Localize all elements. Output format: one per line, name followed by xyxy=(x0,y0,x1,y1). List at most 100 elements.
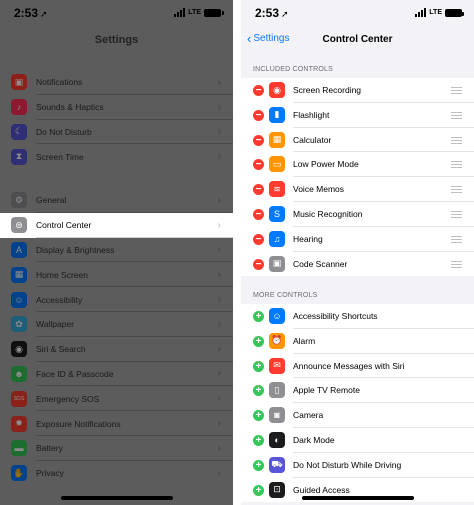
chevron-right-icon: › xyxy=(217,151,221,163)
settings-row-battery[interactable]: ▬ Battery › xyxy=(0,435,233,461)
control-label: Music Recognition xyxy=(293,208,363,219)
settings-row-siri-and-search[interactable]: ◉ Siri & Search › xyxy=(0,336,233,362)
location-arrow-icon: ➚ xyxy=(281,9,289,19)
sos-icon: SOS xyxy=(11,390,27,407)
waveform-icon: ≋ xyxy=(269,181,285,198)
settings-row-do-not-disturb[interactable]: ☾ Do Not Disturb › xyxy=(0,119,233,145)
add-control-button[interactable]: + xyxy=(253,311,264,322)
settings-row-emergency-sos[interactable]: SOS Emergency SOS › xyxy=(0,386,233,412)
hand-icon: ✋ xyxy=(11,465,27,482)
remove-control-button[interactable]: − xyxy=(253,85,264,96)
control-label: Hearing xyxy=(293,233,323,244)
remove-control-button[interactable]: − xyxy=(253,109,264,121)
control-row-low-power-mode[interactable]: − ▭ Low Power Mode xyxy=(241,152,474,178)
settings-row-label: Home Screen xyxy=(36,269,88,280)
settings-row-home-screen[interactable]: ▦ Home Screen › xyxy=(0,262,233,288)
network-type: LTE xyxy=(188,9,201,16)
remove-control-button[interactable]: − xyxy=(253,159,264,171)
settings-row-label: Sounds & Haptics xyxy=(36,102,104,113)
shazam-icon: S xyxy=(269,205,285,222)
add-control-button[interactable]: + xyxy=(253,410,264,422)
reorder-handle-icon[interactable] xyxy=(451,186,462,194)
reorder-handle-icon[interactable] xyxy=(451,210,462,218)
chevron-right-icon: › xyxy=(217,294,221,306)
chevron-right-icon: › xyxy=(217,269,221,281)
remove-control-button[interactable]: − xyxy=(253,134,264,146)
add-control-button[interactable]: + xyxy=(253,335,264,347)
reorder-handle-icon[interactable] xyxy=(451,87,462,94)
location-arrow-icon: ➚ xyxy=(40,9,48,19)
flashlight-icon: ▮ xyxy=(269,106,285,123)
settings-row-sounds-and-haptics[interactable]: ♪ Sounds & Haptics › xyxy=(0,94,233,120)
chevron-right-icon: › xyxy=(217,101,221,113)
chevron-right-icon: › xyxy=(217,393,221,405)
add-control-button[interactable]: + xyxy=(253,385,264,397)
control-row-camera[interactable]: + ◙ Camera xyxy=(241,403,474,428)
settings-group-notifications: ▣ Notifications › ♪ Sounds & Haptics › ☾ Do Not… xyxy=(0,70,233,170)
control-label: Guided Access xyxy=(293,484,350,495)
settings-row-control-center[interactable]: ⊜ Control Center › xyxy=(0,212,233,238)
control-row-alarm[interactable]: + ⏰ Alarm xyxy=(241,329,474,354)
aa-icon: A xyxy=(11,241,27,258)
add-control-button[interactable]: + xyxy=(253,459,264,471)
control-row-voice-memos[interactable]: − ≋ Voice Memos xyxy=(241,177,474,202)
control-row-announce-messages-with-siri[interactable]: + ✉ Announce Messages with Siri xyxy=(241,354,474,379)
add-control-button[interactable]: + xyxy=(253,434,264,446)
settings-row-privacy[interactable]: ✋ Privacy › xyxy=(0,460,233,486)
control-label: Screen Recording xyxy=(293,85,362,95)
control-row-hearing[interactable]: − ♫ Hearing xyxy=(241,227,474,252)
settings-row-label: Battery xyxy=(36,443,63,454)
settings-row-screen-time[interactable]: ⧗ Screen Time › xyxy=(0,144,233,170)
control-label: Voice Memos xyxy=(293,184,345,195)
qr-scanner-icon: ▣ xyxy=(269,255,285,272)
control-row-flashlight[interactable]: − ▮ Flashlight xyxy=(241,103,474,128)
settings-row-label: Screen Time xyxy=(36,151,84,162)
chevron-right-icon: › xyxy=(217,442,221,454)
reorder-handle-icon[interactable] xyxy=(451,161,462,169)
control-row-music-recognition[interactable]: − S Music Recognition xyxy=(241,202,474,227)
included-controls-header: INCLUDED CONTROLS xyxy=(253,66,334,73)
reorder-handle-icon[interactable] xyxy=(451,260,462,268)
chevron-right-icon: › xyxy=(217,219,221,231)
settings-row-exposure-notifications[interactable]: ✹ Exposure Notifications › xyxy=(0,411,233,436)
settings-row-label: Do Not Disturb xyxy=(36,126,92,137)
status-indicators: LTE xyxy=(174,8,224,17)
reorder-handle-icon[interactable] xyxy=(451,111,462,119)
control-label: Calculator xyxy=(293,134,332,145)
control-label: Dark Mode xyxy=(293,434,335,445)
settings-row-label: Wallpaper xyxy=(36,319,74,330)
control-row-accessibility-shortcuts[interactable]: + ☺ Accessibility Shortcuts xyxy=(241,304,474,329)
control-label: Code Scanner xyxy=(293,258,348,269)
clock: 2:53 ➚ xyxy=(14,6,48,20)
add-control-button[interactable]: + xyxy=(253,484,264,496)
control-row-do-not-disturb-while-driving[interactable]: + ⛟ Do Not Disturb While Driving xyxy=(241,453,474,478)
remove-control-button[interactable]: − xyxy=(253,233,264,245)
settings-row-notifications[interactable]: ▣ Notifications › xyxy=(0,70,233,95)
control-row-screen-recording[interactable]: − ◉ Screen Recording xyxy=(241,78,474,103)
signal-icon xyxy=(415,8,427,17)
control-row-code-scanner[interactable]: − ▣ Code Scanner xyxy=(241,252,474,277)
control-label: Accessibility Shortcuts xyxy=(293,311,378,321)
settings-row-face-id-and-passcode[interactable]: ☻ Face ID & Passcode › xyxy=(0,361,233,387)
chevron-right-icon: › xyxy=(217,467,221,479)
remove-control-button[interactable]: − xyxy=(253,208,264,220)
control-row-dark-mode[interactable]: + ◐ Dark Mode xyxy=(241,428,474,453)
reorder-handle-icon[interactable] xyxy=(451,136,462,144)
settings-row-display-and-brightness[interactable]: A Display & Brightness › xyxy=(0,237,233,263)
remove-control-button[interactable]: − xyxy=(253,184,264,196)
settings-row-accessibility[interactable]: ☺ Accessibility › xyxy=(0,287,233,312)
grid-icon: ▦ xyxy=(11,266,27,283)
moon-icon: ☾ xyxy=(11,123,27,140)
ear-icon: ♫ xyxy=(269,230,285,247)
split-divider xyxy=(233,0,241,505)
control-row-calculator[interactable]: − ▦ Calculator xyxy=(241,128,474,153)
remove-control-button[interactable]: − xyxy=(253,258,264,270)
reorder-handle-icon[interactable] xyxy=(451,235,462,243)
add-control-button[interactable]: + xyxy=(253,360,264,372)
settings-row-wallpaper[interactable]: ✿ Wallpaper › xyxy=(0,311,233,337)
control-center-pane: 2:53 ➚ LTE ‹ Settings Control Center INCL… xyxy=(241,0,474,505)
settings-row-label: Privacy xyxy=(36,468,64,479)
control-row-apple-tv-remote[interactable]: + ▯ Apple TV Remote xyxy=(241,378,474,404)
settings-row-general[interactable]: ⚙ General › xyxy=(0,188,233,213)
chevron-right-icon: › xyxy=(217,343,221,355)
